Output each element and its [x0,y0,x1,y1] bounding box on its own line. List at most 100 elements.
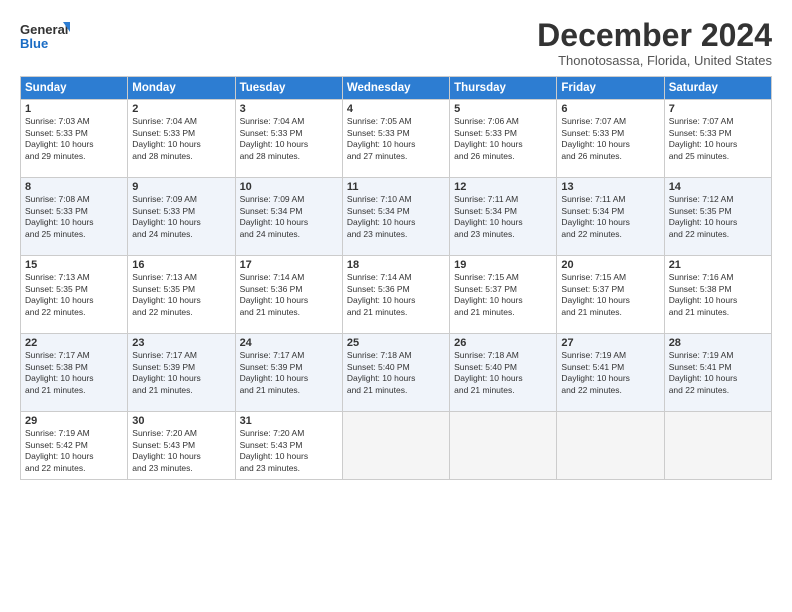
calendar-cell: 23Sunrise: 7:17 AM Sunset: 5:39 PM Dayli… [128,334,235,412]
calendar-week-row: 22Sunrise: 7:17 AM Sunset: 5:38 PM Dayli… [21,334,772,412]
calendar-cell: 19Sunrise: 7:15 AM Sunset: 5:37 PM Dayli… [450,256,557,334]
calendar-cell: 27Sunrise: 7:19 AM Sunset: 5:41 PM Dayli… [557,334,664,412]
calendar-cell: 31Sunrise: 7:20 AM Sunset: 5:43 PM Dayli… [235,412,342,480]
calendar-cell: 12Sunrise: 7:11 AM Sunset: 5:34 PM Dayli… [450,178,557,256]
col-header-thursday: Thursday [450,77,557,100]
cell-info: Sunrise: 7:05 AM Sunset: 5:33 PM Dayligh… [347,116,445,162]
cell-info: Sunrise: 7:15 AM Sunset: 5:37 PM Dayligh… [561,272,659,318]
day-number: 15 [25,259,123,271]
day-number: 8 [25,181,123,193]
calendar-cell: 6Sunrise: 7:07 AM Sunset: 5:33 PM Daylig… [557,100,664,178]
calendar-cell: 4Sunrise: 7:05 AM Sunset: 5:33 PM Daylig… [342,100,449,178]
day-number: 27 [561,337,659,349]
day-number: 29 [25,415,123,427]
calendar-week-row: 8Sunrise: 7:08 AM Sunset: 5:33 PM Daylig… [21,178,772,256]
header: General Blue December 2024 Thonotosassa,… [20,18,772,68]
cell-info: Sunrise: 7:14 AM Sunset: 5:36 PM Dayligh… [240,272,338,318]
title-block: December 2024 Thonotosassa, Florida, Uni… [537,18,772,68]
cell-info: Sunrise: 7:15 AM Sunset: 5:37 PM Dayligh… [454,272,552,318]
logo: General Blue [20,18,70,54]
day-number: 14 [669,181,767,193]
calendar-cell: 7Sunrise: 7:07 AM Sunset: 5:33 PM Daylig… [664,100,771,178]
col-header-tuesday: Tuesday [235,77,342,100]
cell-info: Sunrise: 7:07 AM Sunset: 5:33 PM Dayligh… [561,116,659,162]
cell-info: Sunrise: 7:07 AM Sunset: 5:33 PM Dayligh… [669,116,767,162]
col-header-wednesday: Wednesday [342,77,449,100]
calendar-cell: 1Sunrise: 7:03 AM Sunset: 5:33 PM Daylig… [21,100,128,178]
day-number: 19 [454,259,552,271]
cell-info: Sunrise: 7:20 AM Sunset: 5:43 PM Dayligh… [240,428,338,474]
day-number: 1 [25,103,123,115]
calendar-cell: 9Sunrise: 7:09 AM Sunset: 5:33 PM Daylig… [128,178,235,256]
cell-info: Sunrise: 7:19 AM Sunset: 5:41 PM Dayligh… [561,350,659,396]
day-number: 31 [240,415,338,427]
calendar-cell: 16Sunrise: 7:13 AM Sunset: 5:35 PM Dayli… [128,256,235,334]
day-number: 4 [347,103,445,115]
cell-info: Sunrise: 7:09 AM Sunset: 5:34 PM Dayligh… [240,194,338,240]
cell-info: Sunrise: 7:06 AM Sunset: 5:33 PM Dayligh… [454,116,552,162]
calendar-cell: 20Sunrise: 7:15 AM Sunset: 5:37 PM Dayli… [557,256,664,334]
day-number: 12 [454,181,552,193]
day-number: 10 [240,181,338,193]
calendar-cell [342,412,449,480]
calendar-cell: 15Sunrise: 7:13 AM Sunset: 5:35 PM Dayli… [21,256,128,334]
calendar-cell: 8Sunrise: 7:08 AM Sunset: 5:33 PM Daylig… [21,178,128,256]
day-number: 24 [240,337,338,349]
cell-info: Sunrise: 7:04 AM Sunset: 5:33 PM Dayligh… [240,116,338,162]
calendar-cell: 14Sunrise: 7:12 AM Sunset: 5:35 PM Dayli… [664,178,771,256]
cell-info: Sunrise: 7:17 AM Sunset: 5:39 PM Dayligh… [240,350,338,396]
calendar-cell: 22Sunrise: 7:17 AM Sunset: 5:38 PM Dayli… [21,334,128,412]
day-number: 30 [132,415,230,427]
day-number: 17 [240,259,338,271]
day-number: 28 [669,337,767,349]
cell-info: Sunrise: 7:19 AM Sunset: 5:42 PM Dayligh… [25,428,123,474]
day-number: 9 [132,181,230,193]
calendar-cell [557,412,664,480]
calendar-cell: 18Sunrise: 7:14 AM Sunset: 5:36 PM Dayli… [342,256,449,334]
calendar-cell [664,412,771,480]
cell-info: Sunrise: 7:03 AM Sunset: 5:33 PM Dayligh… [25,116,123,162]
calendar-cell: 5Sunrise: 7:06 AM Sunset: 5:33 PM Daylig… [450,100,557,178]
cell-info: Sunrise: 7:17 AM Sunset: 5:38 PM Dayligh… [25,350,123,396]
calendar-cell: 11Sunrise: 7:10 AM Sunset: 5:34 PM Dayli… [342,178,449,256]
cell-info: Sunrise: 7:08 AM Sunset: 5:33 PM Dayligh… [25,194,123,240]
col-header-saturday: Saturday [664,77,771,100]
calendar-cell: 17Sunrise: 7:14 AM Sunset: 5:36 PM Dayli… [235,256,342,334]
page: General Blue December 2024 Thonotosassa,… [0,0,792,612]
calendar-cell: 28Sunrise: 7:19 AM Sunset: 5:41 PM Dayli… [664,334,771,412]
location: Thonotosassa, Florida, United States [537,53,772,68]
day-number: 16 [132,259,230,271]
logo-svg: General Blue [20,18,70,54]
calendar-week-row: 15Sunrise: 7:13 AM Sunset: 5:35 PM Dayli… [21,256,772,334]
day-number: 3 [240,103,338,115]
day-number: 2 [132,103,230,115]
calendar-cell [450,412,557,480]
calendar-week-row: 29Sunrise: 7:19 AM Sunset: 5:42 PM Dayli… [21,412,772,480]
col-header-sunday: Sunday [21,77,128,100]
day-number: 21 [669,259,767,271]
cell-info: Sunrise: 7:18 AM Sunset: 5:40 PM Dayligh… [454,350,552,396]
calendar-cell: 25Sunrise: 7:18 AM Sunset: 5:40 PM Dayli… [342,334,449,412]
day-number: 22 [25,337,123,349]
calendar-cell: 2Sunrise: 7:04 AM Sunset: 5:33 PM Daylig… [128,100,235,178]
svg-text:Blue: Blue [20,36,48,51]
cell-info: Sunrise: 7:10 AM Sunset: 5:34 PM Dayligh… [347,194,445,240]
svg-text:General: General [20,22,68,37]
calendar-cell: 3Sunrise: 7:04 AM Sunset: 5:33 PM Daylig… [235,100,342,178]
cell-info: Sunrise: 7:19 AM Sunset: 5:41 PM Dayligh… [669,350,767,396]
day-number: 6 [561,103,659,115]
calendar-cell: 30Sunrise: 7:20 AM Sunset: 5:43 PM Dayli… [128,412,235,480]
calendar-cell: 13Sunrise: 7:11 AM Sunset: 5:34 PM Dayli… [557,178,664,256]
cell-info: Sunrise: 7:17 AM Sunset: 5:39 PM Dayligh… [132,350,230,396]
cell-info: Sunrise: 7:14 AM Sunset: 5:36 PM Dayligh… [347,272,445,318]
cell-info: Sunrise: 7:11 AM Sunset: 5:34 PM Dayligh… [561,194,659,240]
col-header-monday: Monday [128,77,235,100]
cell-info: Sunrise: 7:16 AM Sunset: 5:38 PM Dayligh… [669,272,767,318]
calendar-cell: 10Sunrise: 7:09 AM Sunset: 5:34 PM Dayli… [235,178,342,256]
calendar-table: SundayMondayTuesdayWednesdayThursdayFrid… [20,76,772,480]
calendar-week-row: 1Sunrise: 7:03 AM Sunset: 5:33 PM Daylig… [21,100,772,178]
cell-info: Sunrise: 7:18 AM Sunset: 5:40 PM Dayligh… [347,350,445,396]
calendar-cell: 24Sunrise: 7:17 AM Sunset: 5:39 PM Dayli… [235,334,342,412]
calendar-cell: 26Sunrise: 7:18 AM Sunset: 5:40 PM Dayli… [450,334,557,412]
cell-info: Sunrise: 7:04 AM Sunset: 5:33 PM Dayligh… [132,116,230,162]
